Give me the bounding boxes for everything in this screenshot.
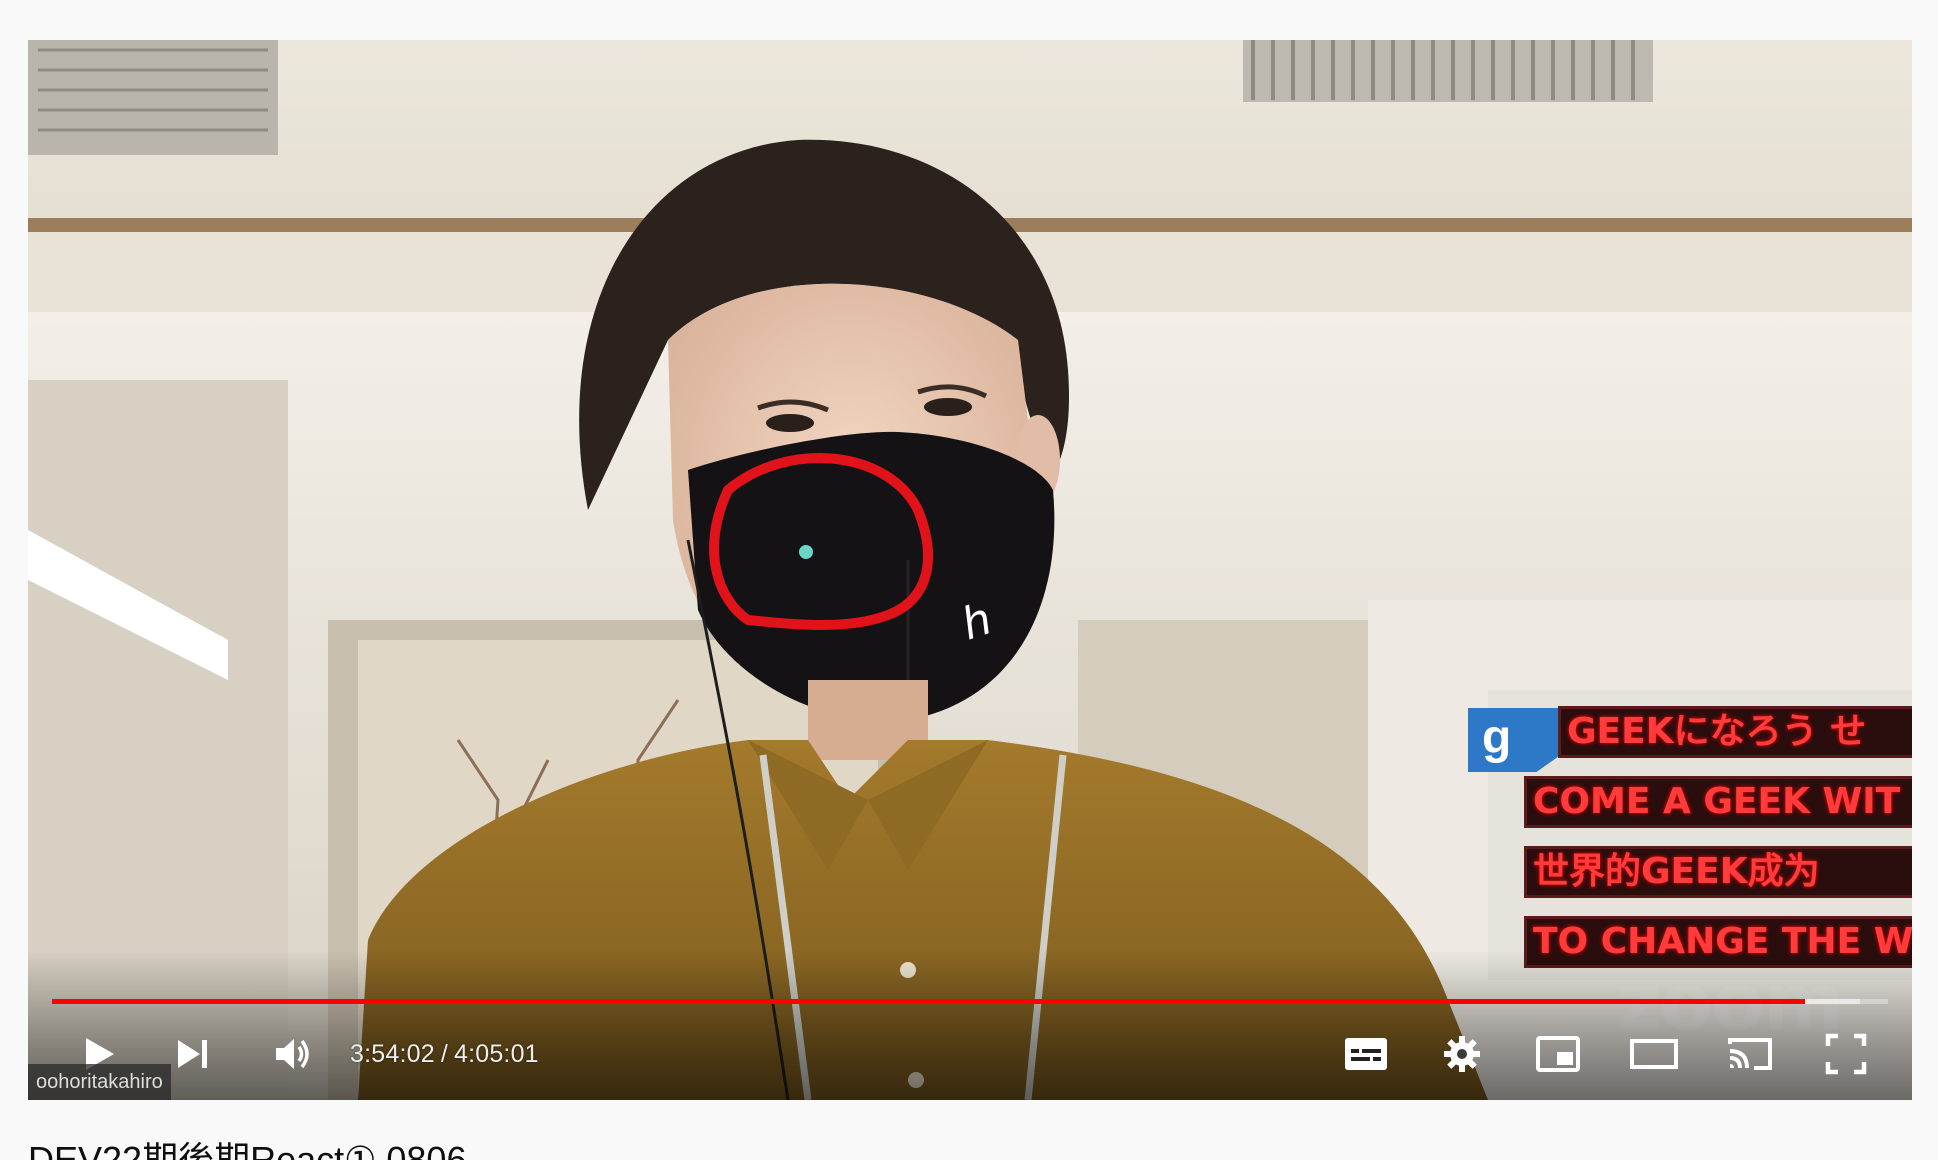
progress-played — [52, 999, 1806, 1004]
cast-icon — [1728, 1038, 1772, 1070]
next-icon — [178, 1040, 207, 1068]
volume-icon — [276, 1039, 309, 1069]
time-separator: / — [440, 1040, 448, 1068]
video-player[interactable]: h g GEEKになろう せ COME A GEEK WIT 世界的GEEK成为… — [28, 40, 1912, 1100]
led-sign-line-3: 世界的GEEK成为 — [1524, 846, 1912, 898]
miniplayer-button[interactable] — [1530, 1026, 1586, 1082]
fullscreen-icon — [1825, 1033, 1867, 1075]
captions-icon — [1345, 1038, 1387, 1070]
current-time: 3:54:02 — [350, 1040, 435, 1068]
player-control-bar: 3:54:02/4:05:01 — [28, 1008, 1912, 1100]
time-display: 3:54:02/4:05:01 — [350, 1040, 539, 1069]
miniplayer-icon — [1536, 1036, 1580, 1072]
theater-mode-icon — [1630, 1039, 1678, 1069]
channel-watermark: oohoritakahiro — [28, 1064, 171, 1100]
led-sign-line-1: GEEKになろう せ — [1558, 706, 1912, 758]
settings-button[interactable] — [1434, 1026, 1490, 1082]
fullscreen-button[interactable] — [1818, 1026, 1874, 1082]
settings-icon — [1444, 1036, 1480, 1072]
progress-bar[interactable] — [52, 999, 1888, 1004]
theater-mode-button[interactable] — [1626, 1026, 1682, 1082]
captions-button[interactable] — [1338, 1026, 1394, 1082]
next-button[interactable] — [164, 1026, 220, 1082]
volume-button[interactable] — [264, 1026, 320, 1082]
led-sign-line-2: COME A GEEK WIT — [1524, 776, 1912, 828]
duration: 4:05:01 — [453, 1040, 539, 1068]
cast-button[interactable] — [1722, 1026, 1778, 1082]
video-title: DEV22期後期React① 0806 — [28, 1139, 467, 1160]
page: h g GEEKになろう せ COME A GEEK WIT 世界的GEEK成为… — [0, 0, 1938, 1160]
